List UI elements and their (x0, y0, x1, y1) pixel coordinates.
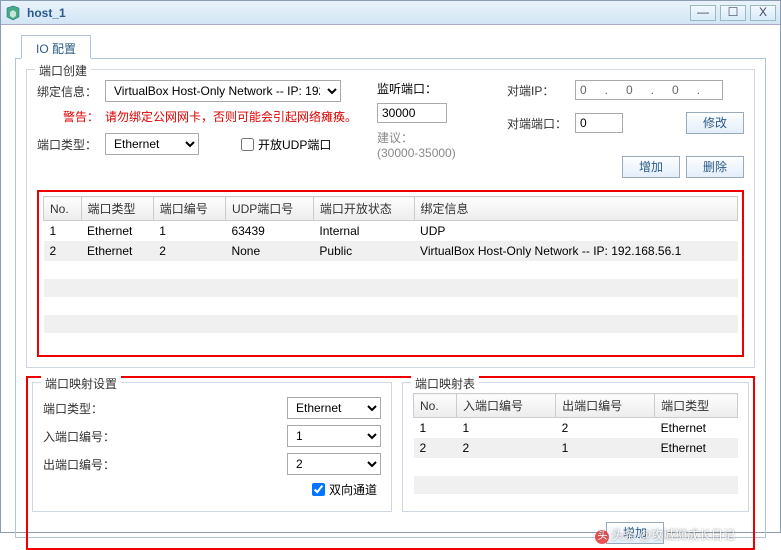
tab-panel: 端口创建 绑定信息： VirtualBox Host-Only Network … (15, 58, 766, 538)
add-mapping-button[interactable]: 增加 (606, 522, 664, 544)
bind-info-label: 绑定信息： (37, 83, 99, 100)
port-table-header[interactable]: 绑定信息 (414, 197, 737, 221)
port-table[interactable]: No.端口类型端口编号UDP端口号端口开放状态绑定信息 1Ethernet163… (43, 196, 738, 351)
open-udp-checkbox[interactable]: 开放UDP端口 (241, 136, 331, 153)
table-row (44, 333, 738, 351)
out-port-label: 出端口编号： (43, 456, 123, 473)
table-row (414, 458, 738, 476)
app-icon (5, 5, 21, 21)
close-button[interactable]: X (750, 5, 776, 21)
suggest-range: (30000-35000) (377, 146, 456, 160)
delete-port-button[interactable]: 删除 (686, 156, 744, 178)
map-port-type-label: 端口类型： (43, 400, 123, 417)
table-row[interactable]: 2Ethernet2NonePublicVirtualBox Host-Only… (44, 241, 738, 261)
titlebar[interactable]: host_1 — ☐ X (1, 1, 780, 25)
group-port-create: 端口创建 绑定信息： VirtualBox Host-Only Network … (26, 69, 755, 368)
port-table-header[interactable]: 端口编号 (153, 197, 225, 221)
in-port-label: 入端口编号： (43, 428, 123, 445)
mapping-box: 端口映射设置 端口类型： Ethernet 入端口编号： 1 (26, 376, 755, 550)
legend-mapping-table: 端口映射表 (411, 375, 479, 392)
group-mapping-table: 端口映射表 No.入端口编号出端口编号端口类型 112Ethernet221Et… (402, 382, 749, 512)
open-udp-input[interactable] (241, 138, 254, 151)
warning-label: 警告： (37, 108, 99, 125)
add-port-button[interactable]: 增加 (622, 156, 680, 178)
out-port-select[interactable]: 2 (287, 453, 381, 475)
window-controls: — ☐ X (690, 5, 776, 21)
window-title: host_1 (27, 6, 690, 20)
warning-text: 请勿绑定公网网卡，否则可能会引起网络瘫痪。 (105, 108, 357, 125)
port-table-header[interactable]: UDP端口号 (225, 197, 313, 221)
content-area: IO 配置 端口创建 绑定信息： VirtualBox Host-Only Ne… (1, 25, 780, 548)
table-row (44, 261, 738, 279)
mapping-table-header[interactable]: 出端口编号 (556, 394, 655, 418)
minimize-button[interactable]: — (690, 5, 716, 21)
bind-info-select[interactable]: VirtualBox Host-Only Network -- IP: 192.… (105, 80, 341, 102)
legend-port-create: 端口创建 (35, 62, 91, 79)
port-table-header[interactable]: No. (44, 197, 82, 221)
mapping-table-header[interactable]: 入端口编号 (457, 394, 556, 418)
mapping-table-header[interactable]: No. (414, 394, 457, 418)
app-window: host_1 — ☐ X IO 配置 端口创建 绑定信息： VirtualBox… (0, 0, 781, 533)
peer-ip-label: 对端IP： (507, 82, 569, 99)
table-row[interactable]: 221Ethernet (414, 438, 738, 458)
group-mapping-config: 端口映射设置 端口类型： Ethernet 入端口编号： 1 (32, 382, 392, 512)
port-table-box: No.端口类型端口编号UDP端口号端口开放状态绑定信息 1Ethernet163… (37, 190, 744, 357)
listen-port-label: 监听端口： (377, 80, 437, 97)
port-type-label: 端口类型： (37, 136, 99, 153)
listen-port-input[interactable] (377, 103, 447, 123)
maximize-button[interactable]: ☐ (720, 5, 746, 21)
bidir-input[interactable] (312, 483, 325, 496)
port-type-select[interactable]: Ethernet (105, 133, 199, 155)
suggest-label: 建议： (377, 129, 413, 146)
tabstrip: IO 配置 (15, 35, 766, 59)
map-port-type-select[interactable]: Ethernet (287, 397, 381, 419)
port-table-header[interactable]: 端口类型 (81, 197, 153, 221)
mapping-table[interactable]: No.入端口编号出端口编号端口类型 112Ethernet221Ethernet (413, 393, 738, 494)
in-port-select[interactable]: 1 (287, 425, 381, 447)
table-row (44, 315, 738, 333)
table-row (44, 279, 738, 297)
tab-io-config[interactable]: IO 配置 (21, 35, 91, 59)
table-row (44, 297, 738, 315)
table-row[interactable]: 112Ethernet (414, 418, 738, 439)
table-row[interactable]: 1Ethernet163439InternalUDP (44, 221, 738, 242)
peer-port-label: 对端端口： (507, 115, 569, 132)
legend-mapping-config: 端口映射设置 (41, 375, 121, 392)
bidir-label: 双向通道 (329, 481, 377, 498)
table-row (414, 476, 738, 494)
peer-ip-input[interactable] (575, 80, 723, 100)
bidir-checkbox[interactable]: 双向通道 (312, 481, 377, 498)
modify-button[interactable]: 修改 (686, 112, 744, 134)
port-table-header[interactable]: 端口开放状态 (313, 197, 414, 221)
open-udp-label: 开放UDP端口 (258, 136, 331, 153)
mapping-table-header[interactable]: 端口类型 (655, 394, 738, 418)
peer-port-input[interactable] (575, 113, 623, 133)
